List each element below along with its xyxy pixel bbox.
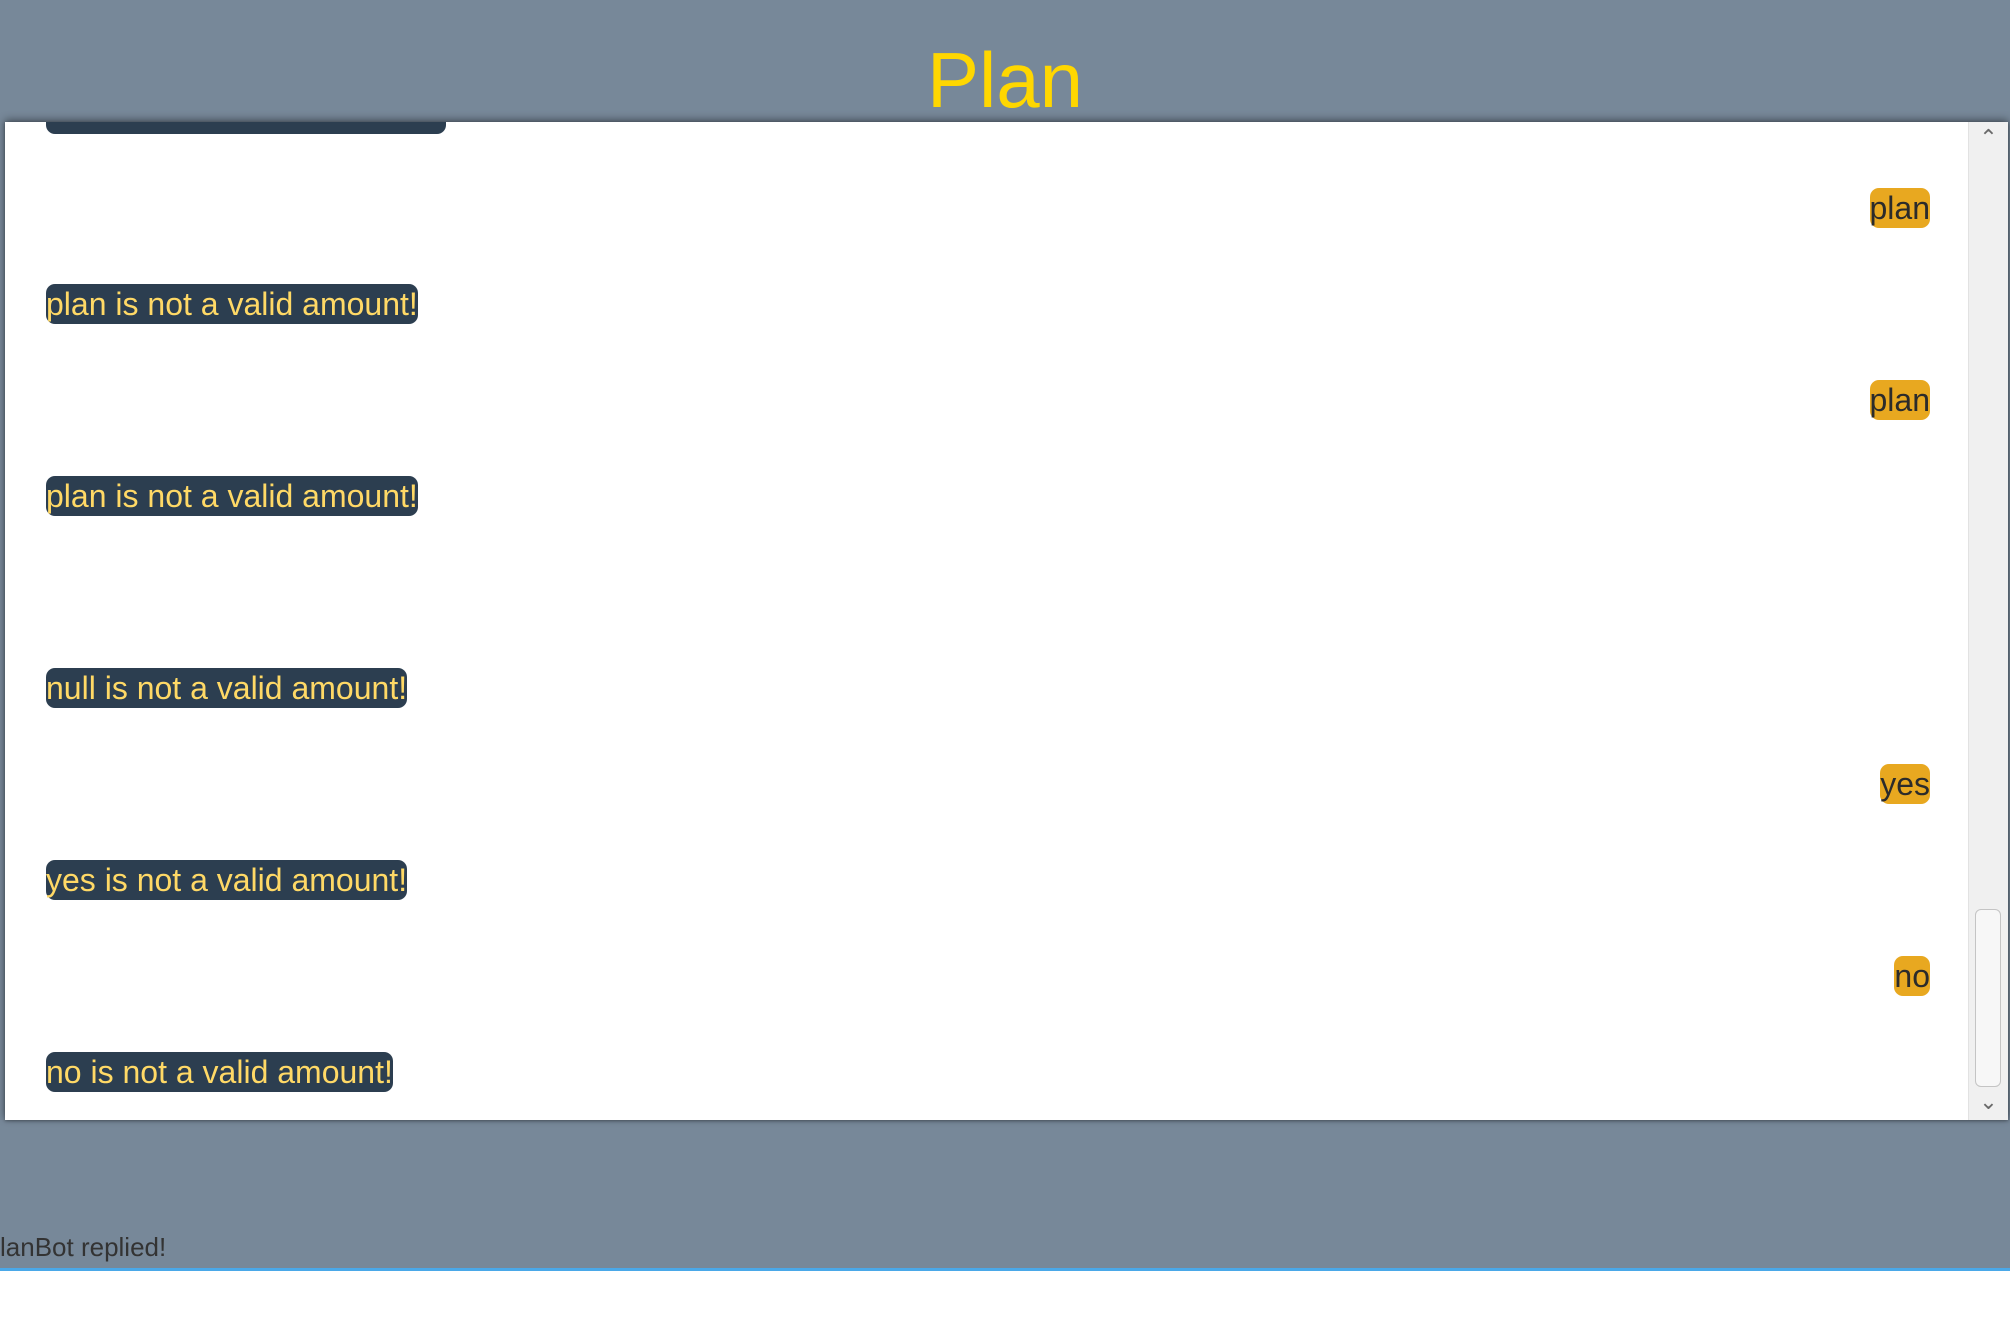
- chevron-down-icon[interactable]: ⌄: [1969, 1088, 2008, 1118]
- scrollbar-thumb[interactable]: [1975, 909, 2001, 1087]
- message-list: plan plan is not a valid amount! plan pl…: [5, 122, 1965, 1120]
- bot-message: null is not a valid amount!: [46, 668, 408, 708]
- bot-message: plan is not a valid amount!: [46, 284, 418, 324]
- user-message: yes: [1880, 764, 1930, 804]
- page-title: Plan: [926, 36, 1084, 124]
- message-input[interactable]: [0, 1268, 2010, 1340]
- user-message: no: [1894, 956, 1930, 996]
- user-message: plan: [1869, 380, 1930, 420]
- bot-message: [46, 122, 446, 134]
- user-message: plan: [1869, 188, 1930, 228]
- bot-message: yes is not a valid amount!: [46, 860, 408, 900]
- chat-scrollbar[interactable]: ⌃ ⌄: [1968, 122, 2008, 1120]
- status-text: lanBot replied!: [0, 1232, 167, 1262]
- chat-window[interactable]: plan plan is not a valid amount! plan pl…: [5, 122, 2008, 1120]
- bot-message: plan is not a valid amount!: [46, 476, 418, 516]
- chevron-up-icon[interactable]: ⌃: [1969, 124, 2008, 154]
- bot-message: no is not a valid amount!: [46, 1052, 393, 1092]
